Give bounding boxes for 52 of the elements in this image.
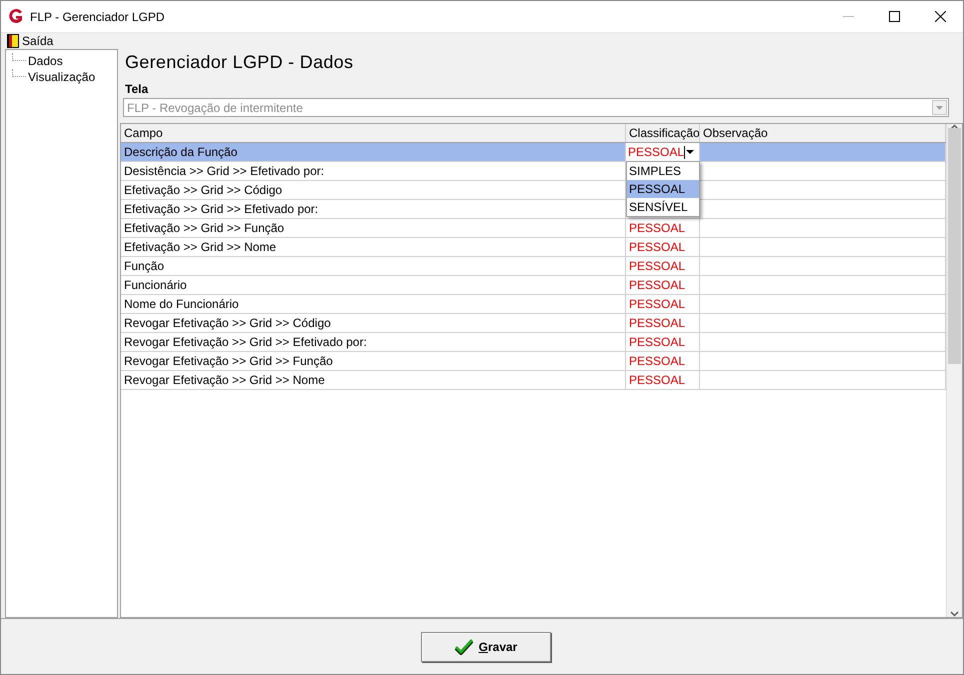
table-row[interactable]: Funcionário PESSOAL bbox=[121, 276, 946, 295]
table-row[interactable]: Revogar Efetivação >> Grid >> Nome PESSOAL bbox=[121, 371, 946, 390]
table-row[interactable]: Nome do Funcionário PESSOAL bbox=[121, 295, 946, 314]
minimize-icon bbox=[842, 16, 854, 18]
scroll-down-icon bbox=[950, 611, 959, 617]
dropdown-option[interactable]: PESSOAL bbox=[627, 180, 699, 198]
dropdown-option[interactable]: SENSÍVEL bbox=[627, 198, 699, 216]
table-row[interactable]: Efetivação >> Grid >> Função PESSOAL bbox=[121, 219, 946, 238]
table-row[interactable]: Efetivação >> Grid >> Nome PESSOAL bbox=[121, 238, 946, 257]
caret-down-icon bbox=[686, 150, 694, 154]
table-cell: PESSOAL bbox=[626, 219, 700, 237]
close-icon bbox=[934, 11, 946, 22]
dropdown-option[interactable]: SIMPLES bbox=[627, 162, 699, 180]
table-cell: PESSOAL bbox=[626, 333, 700, 351]
table-cell: Revogar Efetivação >> Grid >> Função bbox=[121, 352, 626, 370]
table-cell: Função bbox=[121, 257, 626, 275]
table-cell: Revogar Efetivação >> Grid >> Efetivado por: bbox=[121, 333, 626, 351]
field-label: Tela bbox=[125, 82, 150, 96]
table-cell: Revogar Efetivação >> Grid >> Nome bbox=[121, 371, 626, 389]
menu-item[interactable]: Saída bbox=[7, 34, 58, 48]
save-button[interactable]: Gravar bbox=[421, 632, 551, 662]
table-row[interactable]: Revogar Efetivação >> Grid >> Código PESSOAL bbox=[121, 314, 946, 333]
table-cell: Efetivação >> Grid >> Função bbox=[121, 219, 626, 237]
table-cell: Funcionário bbox=[121, 276, 626, 294]
maximize-icon bbox=[888, 11, 900, 22]
column-header[interactable]: Campo bbox=[121, 124, 626, 142]
table-row[interactable]: Descrição da Função PESSOAL bbox=[121, 143, 946, 162]
window-title: FLP - Gerenciador LGPD bbox=[30, 10, 166, 24]
table-cell: PESSOAL bbox=[626, 295, 700, 313]
table-row[interactable]: Função PESSOAL bbox=[121, 257, 946, 276]
caret-down-icon bbox=[936, 106, 943, 110]
table-cell: Revogar Efetivação >> Grid >> Código bbox=[121, 314, 626, 332]
app-logo-icon bbox=[7, 8, 24, 25]
tree-item[interactable]: Dados bbox=[26, 54, 65, 68]
column-header[interactable]: Classificação bbox=[626, 124, 700, 142]
checkmark-icon bbox=[454, 638, 473, 654]
table-cell: PESSOAL bbox=[626, 238, 700, 256]
classification-combo[interactable]: PESSOAL bbox=[626, 143, 700, 161]
table-cell: PESSOAL bbox=[626, 257, 700, 275]
table-row[interactable]: Revogar Efetivação >> Grid >> Efetivado por: PESSOAL bbox=[121, 333, 946, 352]
table-row[interactable]: Revogar Efetivação >> Grid >> Função PESSOAL bbox=[121, 352, 946, 371]
table-cell: PESSOAL bbox=[626, 352, 700, 370]
door-exit-icon bbox=[7, 34, 19, 48]
table-cell: Nome do Funcionário bbox=[121, 295, 626, 313]
table-cell: PESSOAL bbox=[626, 276, 700, 294]
scroll-up-icon bbox=[950, 124, 959, 130]
table-cell: PESSOAL bbox=[626, 371, 700, 389]
vertical-scrollbar[interactable] bbox=[946, 124, 962, 617]
tree-item[interactable]: Visualização bbox=[26, 70, 98, 84]
page-heading: Gerenciador LGPD - Dados bbox=[125, 52, 354, 74]
table-cell: Efetivação >> Grid >> Nome bbox=[121, 238, 626, 256]
table-cell: PESSOAL bbox=[626, 314, 700, 332]
